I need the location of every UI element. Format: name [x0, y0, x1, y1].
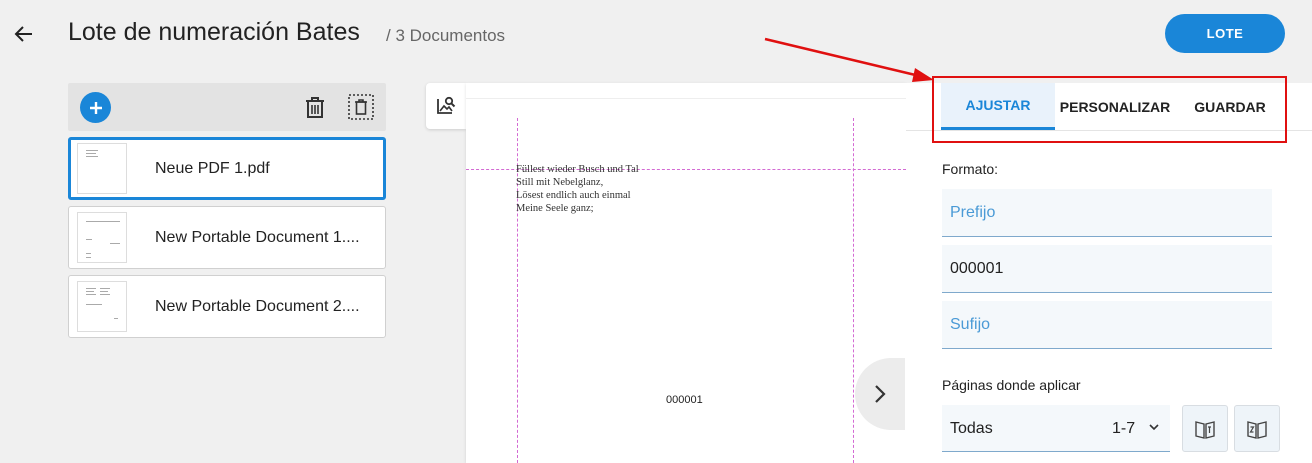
lote-button[interactable]: LOTE [1165, 14, 1285, 53]
annotation-arrow [764, 37, 934, 82]
list-item[interactable]: New Portable Document 1.... [68, 206, 386, 269]
document-preview-page: Füllest wieder Busch und Tal Still mit N… [466, 83, 906, 463]
document-thumbnail [77, 143, 127, 194]
select-all-icon [348, 94, 374, 120]
list-item[interactable]: Neue PDF 1.pdf [68, 137, 386, 200]
document-thumbnail [77, 281, 127, 332]
pages-select[interactable]: Todas 1-7 [942, 405, 1170, 452]
document-count: / 3 Documentos [386, 26, 506, 45]
document-list: Neue PDF 1.pdf New Portable Document 1..… [68, 137, 386, 344]
prefix-input[interactable]: Prefijo [942, 189, 1272, 237]
document-thumbnail [77, 212, 127, 263]
bates-number-stamp: 000001 [666, 394, 703, 406]
image-search-button[interactable] [426, 83, 466, 129]
document-name: Neue PDF 1.pdf [155, 159, 270, 177]
add-document-button[interactable] [80, 92, 111, 123]
trash-icon [306, 97, 324, 118]
suffix-input[interactable]: Sufijo [942, 301, 1272, 349]
book-pages-icon [1195, 420, 1215, 439]
image-search-icon [437, 96, 456, 114]
book-pages-icon [1247, 420, 1267, 439]
select-all-button[interactable] [348, 94, 374, 120]
delete-button[interactable] [302, 94, 328, 120]
chevron-right-icon [875, 385, 886, 403]
format-label: Formato: [942, 161, 999, 177]
annotation-highlight-box [932, 76, 1287, 143]
page-title: Lote de numeración Bates [68, 18, 360, 46]
odd-pages-button[interactable] [1182, 405, 1228, 452]
document-name: New Portable Document 2.... [155, 297, 360, 315]
plus-icon [89, 101, 102, 114]
start-number-input[interactable]: 000001 [942, 245, 1272, 293]
pages-range: 1-7 [1112, 420, 1136, 437]
pages-label: Páginas donde aplicar [942, 377, 1081, 393]
list-item[interactable]: New Portable Document 2.... [68, 275, 386, 338]
back-arrow-icon[interactable] [10, 20, 38, 48]
chevron-down-icon [1149, 424, 1159, 431]
document-name: New Portable Document 1.... [155, 228, 360, 246]
document-toolbar [68, 83, 386, 131]
page-text: Füllest wieder Busch und Tal Still mit N… [516, 164, 639, 214]
pages-select-value: Todas [950, 420, 993, 437]
even-pages-button[interactable] [1234, 405, 1280, 452]
